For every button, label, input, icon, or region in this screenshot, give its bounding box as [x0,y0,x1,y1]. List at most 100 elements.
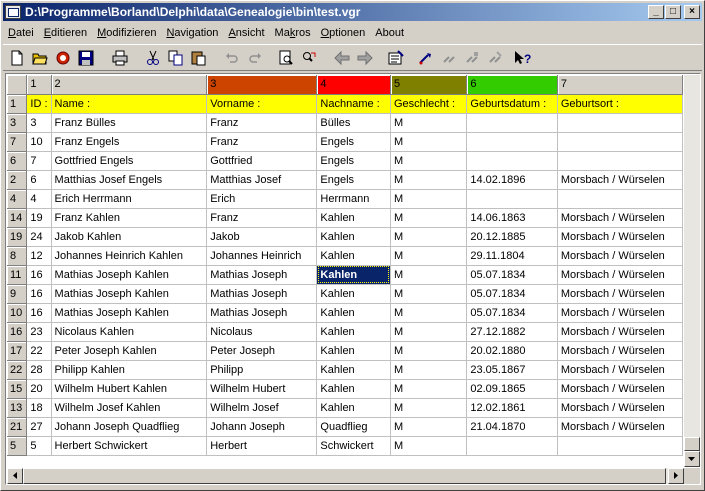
menu-navigation[interactable]: Navigation [161,27,223,39]
table-cell[interactable]: M [390,398,468,418]
table-cell[interactable]: M [390,227,468,247]
table-cell[interactable]: Franz Kahlen [51,208,208,228]
table-cell[interactable]: Morsbach / Würselen [557,284,683,304]
table-cell[interactable]: Franz [206,208,318,228]
table-cell[interactable]: 20.12.1885 [466,227,558,247]
table-cell[interactable]: Franz [206,132,318,152]
table-cell[interactable]: Mathias Joseph [206,303,318,323]
table-cell[interactable]: M [390,417,468,437]
table-cell[interactable]: Wilhelm Hubert Kahlen [51,379,208,399]
column-header[interactable]: Geburtsort : [557,94,683,114]
column-header[interactable]: ID : [26,94,52,114]
table-cell[interactable]: Franz Engels [51,132,208,152]
forward-button[interactable] [354,47,376,69]
table-cell[interactable]: Morsbach / Würselen [557,170,683,190]
table-cell[interactable]: Matthias Josef [206,170,318,190]
row-number-cell[interactable]: 16 [7,322,28,342]
table-cell[interactable]: 7 [26,151,52,171]
table-cell[interactable]: Jakob [206,227,318,247]
table-cell[interactable]: 14.06.1863 [466,208,558,228]
table-cell[interactable]: Franz [206,113,318,133]
table-cell[interactable]: M [390,284,468,304]
table-cell[interactable]: 27 [26,417,52,437]
column-header[interactable]: Nachname : [316,94,391,114]
minimize-button[interactable]: _ [648,5,664,19]
row-number-cell[interactable]: 15 [7,379,28,399]
table-cell[interactable]: Morsbach / Würselen [557,303,683,323]
table-cell[interactable]: 05.07.1834 [466,284,558,304]
table-cell[interactable]: Kahlen [316,303,391,323]
table-cell[interactable] [557,113,683,133]
table-cell[interactable]: Gottfried Engels [51,151,208,171]
print-button[interactable] [109,47,131,69]
horizontal-scroll-thumb[interactable] [23,468,666,484]
table-cell[interactable] [557,436,683,456]
table-cell[interactable]: 05.07.1834 [466,265,558,285]
table-cell[interactable]: Morsbach / Würselen [557,227,683,247]
row-number-cell[interactable]: 13 [7,398,28,418]
table-cell[interactable]: Morsbach / Würselen [557,341,683,361]
table-cell[interactable]: Peter Joseph [206,341,318,361]
table-cell[interactable] [466,436,558,456]
table-cell[interactable]: Erich [206,189,318,209]
column-number-cell[interactable]: 7 [557,75,683,95]
menu-makros[interactable]: Makros [270,27,316,39]
table-cell[interactable]: Mathias Joseph Kahlen [51,265,208,285]
table-cell[interactable]: M [390,113,468,133]
scroll-down-button[interactable] [684,451,700,467]
table-cell[interactable] [557,151,683,171]
table-cell[interactable]: M [390,360,468,380]
new-file-button[interactable] [6,47,28,69]
table-cell[interactable]: Kahlen [316,246,391,266]
row-number-cell[interactable]: 21 [7,417,28,437]
table-cell[interactable]: M [390,132,468,152]
table-cell[interactable]: 24 [26,227,52,247]
row-number-cell[interactable]: 7 [7,132,28,152]
table-cell[interactable] [466,113,558,133]
table-cell[interactable]: M [390,189,468,209]
vertical-scrollbar[interactable] [684,75,700,467]
table-cell[interactable]: Engels [316,170,391,190]
column-header[interactable]: Vorname : [206,94,318,114]
table-cell[interactable]: Kahlen [316,227,391,247]
maximize-button[interactable]: □ [665,5,681,19]
title-bar[interactable]: D:\Programme\Borland\Delphi\data\Genealo… [3,3,702,21]
row-number-cell[interactable]: 8 [7,246,28,266]
column-number-cell[interactable]: 5 [390,75,468,95]
table-cell[interactable]: Johann Joseph Quadflieg [51,417,208,437]
row-number-cell[interactable]: 2 [7,170,28,190]
table-cell[interactable]: Matthias Josef Engels [51,170,208,190]
find-replace-button[interactable] [298,47,320,69]
menu-optionen[interactable]: Optionen [316,27,371,39]
table-cell[interactable]: 16 [26,265,52,285]
copy-button[interactable] [165,47,187,69]
table-cell[interactable]: M [390,170,468,190]
row-number-cell[interactable]: 11 [7,265,28,285]
table-cell[interactable]: 21.04.1870 [466,417,558,437]
row-number-cell[interactable]: 10 [7,303,28,323]
table-cell[interactable]: Wilhelm Josef [206,398,318,418]
table-cell[interactable]: Gottfried [206,151,318,171]
find-button[interactable] [275,47,297,69]
back-button[interactable] [331,47,353,69]
table-cell[interactable]: M [390,303,468,323]
table-cell[interactable]: Johann Joseph [206,417,318,437]
macro-button[interactable] [415,47,437,69]
column-number-cell[interactable]: 1 [26,75,52,95]
table-cell[interactable]: 27.12.1882 [466,322,558,342]
table-cell[interactable]: 02.09.1865 [466,379,558,399]
table-cell[interactable]: Nicolaus [206,322,318,342]
menu-datei[interactable]: Datei [3,27,39,39]
table-cell[interactable]: Franz Bülles [51,113,208,133]
table-cell[interactable] [557,189,683,209]
table-cell[interactable] [466,189,558,209]
table-cell[interactable]: Nicolaus Kahlen [51,322,208,342]
menu-modifizieren[interactable]: Modifizieren [92,27,161,39]
table-cell[interactable]: Kahlen [316,360,391,380]
table-cell[interactable] [557,132,683,152]
table-cell[interactable]: Johannes Heinrich [206,246,318,266]
table-cell[interactable]: Wilhelm Josef Kahlen [51,398,208,418]
table-cell[interactable]: Mathias Joseph [206,265,318,285]
macro-disabled-1-button[interactable] [438,47,460,69]
table-cell[interactable]: M [390,436,468,456]
